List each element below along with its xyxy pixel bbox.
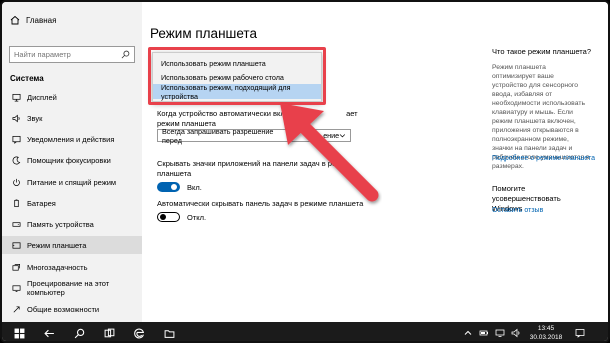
- sidebar-item-label: Многозадачность: [27, 262, 88, 272]
- sidebar-item-shared-experiences[interactable]: Общие возможности: [2, 300, 142, 318]
- sidebar-item-multitasking[interactable]: Многозадачность: [2, 258, 142, 276]
- auto-hide-taskbar-label: Автоматически скрывать панель задач в ре…: [157, 199, 364, 208]
- hide-icons-state: Вкл.: [187, 182, 202, 192]
- back-button[interactable]: [34, 322, 64, 341]
- sidebar-item-sound[interactable]: Звук: [2, 109, 142, 127]
- sidebar: Главная Система Дисплей Звук Уведомления…: [2, 2, 142, 322]
- combo-value: Всегда запрашивать разрешение перед: [162, 126, 274, 145]
- sidebar-item-label: Звук: [27, 113, 43, 123]
- sidebar-item-battery[interactable]: Батарея: [2, 194, 142, 212]
- home-label: Главная: [26, 15, 57, 25]
- task-view-button[interactable]: [94, 322, 124, 341]
- file-explorer-button[interactable]: [154, 322, 184, 341]
- toggle-knob: [171, 184, 177, 190]
- search-button[interactable]: [64, 322, 94, 341]
- hide-icons-label-line2: планшета: [157, 169, 192, 178]
- edge-icon: [133, 328, 144, 339]
- windows-logo-icon: [14, 328, 24, 339]
- start-button[interactable]: [4, 322, 34, 341]
- hide-icons-label: Скрывать значки приложений на панели зад…: [157, 159, 357, 179]
- search-icon: [74, 328, 84, 339]
- multitasking-icon: [12, 263, 21, 271]
- sidebar-item-label: Дисплей: [27, 92, 57, 102]
- sidebar-item-tablet-mode[interactable]: Режим планшета: [2, 236, 142, 254]
- auto-hide-taskbar-toggle[interactable]: [157, 212, 180, 222]
- home-link[interactable]: Главная: [10, 15, 56, 25]
- when-label-line1-tail: ает: [346, 109, 358, 118]
- hide-icons-toggle[interactable]: [157, 182, 180, 192]
- back-arrow-icon: [43, 329, 54, 338]
- main-content: Режим планшета Когда устройство автомати…: [142, 2, 608, 322]
- sound-icon: [12, 114, 20, 122]
- settings-window: Главная Система Дисплей Звук Уведомления…: [0, 0, 610, 343]
- sidebar-item-label: Уведомления и действия: [27, 134, 115, 144]
- notifications-icon: [12, 135, 21, 144]
- chevron-down-icon: [339, 134, 346, 138]
- sidebar-item-display[interactable]: Дисплей: [2, 88, 142, 106]
- learn-more-link[interactable]: Подробнее о режиме планшета: [492, 155, 595, 162]
- storage-icon: [12, 221, 21, 227]
- sidebar-item-focus-assist[interactable]: Помощник фокусировки: [2, 151, 142, 169]
- tray-up-chevron-icon[interactable]: [463, 328, 473, 338]
- page-title: Режим планшета: [150, 26, 257, 41]
- section-title: Система: [10, 74, 44, 83]
- projecting-icon: [12, 284, 21, 292]
- sidebar-item-power[interactable]: Питание и спящий режим: [2, 173, 142, 191]
- tablet-mode-dropdown: Использовать режим планшета Использовать…: [152, 52, 322, 102]
- auto-hide-state: Откл.: [187, 212, 207, 222]
- sidebar-item-label: Проецирование на этот компьютер: [27, 279, 110, 297]
- battery-icon: [14, 199, 19, 207]
- combo-value-tail: ение: [323, 131, 340, 140]
- feedback-link[interactable]: Оставить отзыв: [492, 207, 543, 214]
- sidebar-item-label: Помощник фокусировки: [27, 155, 111, 165]
- tablet-mode-prompt-select[interactable]: Всегда запрашивать разрешение перед ение: [157, 126, 351, 145]
- volume-icon[interactable]: [511, 328, 521, 338]
- when-label-line1: Когда устройство автоматически включ: [157, 109, 295, 118]
- sidebar-item-projecting[interactable]: Проецирование на этот компьютер: [2, 279, 142, 297]
- clock-date: 30.03.2018: [529, 334, 563, 341]
- dropdown-option-tablet[interactable]: Использовать режим планшета: [153, 56, 321, 71]
- clock[interactable]: 13:45 30.03.2018: [528, 324, 564, 341]
- sidebar-item-label: Память устройства: [27, 219, 94, 229]
- action-center-icon[interactable]: [575, 328, 585, 338]
- clock-time: 13:45: [537, 325, 555, 332]
- search-box[interactable]: [9, 46, 135, 63]
- power-icon: [13, 178, 20, 186]
- sidebar-item-label: Питание и спящий режим: [27, 177, 117, 187]
- search-input[interactable]: [14, 50, 114, 59]
- tablet-icon: [12, 241, 21, 249]
- network-icon[interactable]: [495, 328, 505, 338]
- home-icon: [10, 15, 20, 25]
- hide-icons-toggle-row: Вкл.: [157, 182, 202, 192]
- info-title: Что такое режим планшета?: [492, 47, 592, 56]
- shared-experiences-icon: [13, 305, 20, 312]
- dropdown-option-auto[interactable]: Использовать режим, подходящий для устро…: [153, 83, 321, 101]
- task-view-icon: [104, 328, 114, 338]
- display-icon: [12, 93, 21, 101]
- battery-tray-icon[interactable]: [479, 328, 489, 338]
- sidebar-item-notifications[interactable]: Уведомления и действия: [2, 130, 142, 148]
- auto-hide-toggle-row: Откл.: [157, 212, 206, 222]
- toggle-knob: [160, 214, 166, 220]
- sidebar-item-label: Режим планшета: [27, 240, 87, 250]
- focus-assist-icon: [12, 156, 21, 164]
- sidebar-item-label: Общие возможности: [27, 304, 100, 314]
- folder-icon: [164, 330, 174, 338]
- sidebar-item-label: Батарея: [27, 198, 56, 208]
- sidebar-item-storage[interactable]: Память устройства: [2, 215, 142, 233]
- search-icon[interactable]: [121, 50, 130, 59]
- edge-button[interactable]: [124, 322, 154, 341]
- hide-icons-label-line1: Скрывать значки приложений на панели зад…: [157, 159, 346, 168]
- taskbar: 13:45 30.03.2018: [2, 322, 608, 341]
